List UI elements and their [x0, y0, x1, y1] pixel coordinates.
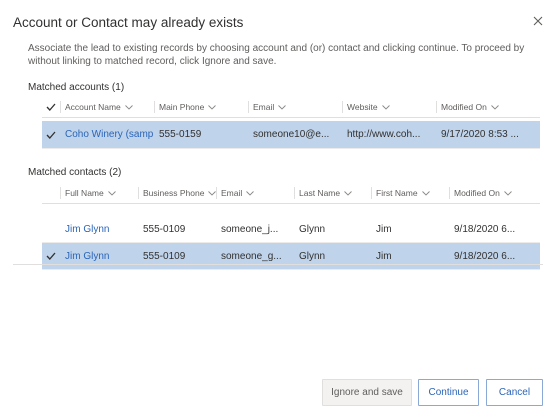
- account-row[interactable]: Coho Winery (sample) 555-0159 someone10@…: [42, 121, 540, 149]
- chevron-down-icon: [278, 104, 287, 110]
- column-header-label: First Name: [376, 188, 418, 198]
- accounts-grid: Account Name Main Phone Email Website Mo…: [42, 96, 540, 149]
- ignore-and-save-button[interactable]: Ignore and save: [322, 379, 412, 406]
- contact-row[interactable]: Jim Glynn 555-0109 someone_g... Glynn Ji…: [42, 243, 540, 270]
- column-header-label: Modified On: [454, 188, 500, 198]
- modified-on-cell: 9/18/2020 6...: [454, 223, 516, 235]
- column-header-modified-on[interactable]: Modified On: [436, 96, 499, 118]
- accounts-header-row: Account Name Main Phone Email Website Mo…: [42, 96, 540, 118]
- modified-on-cell: 9/18/2020 6...: [454, 250, 516, 262]
- chevron-down-icon: [107, 190, 116, 196]
- chevron-down-icon: [491, 104, 499, 110]
- row-checkbox[interactable]: [42, 243, 60, 269]
- column-header-label: Website: [347, 102, 378, 112]
- matched-accounts-label: Matched accounts (1): [28, 82, 125, 93]
- column-header-label: Business Phone: [143, 188, 205, 198]
- email-cell: someone10@e...: [253, 129, 330, 140]
- column-header-email[interactable]: Email: [247, 96, 287, 118]
- column-header-label: Account Name: [65, 102, 121, 112]
- email-cell: someone_g...: [221, 250, 282, 262]
- last-name-cell: Glynn: [299, 250, 326, 262]
- modified-on-cell: 9/17/2020 8:53 ...: [441, 129, 519, 140]
- matched-contacts-label: Matched contacts (2): [28, 167, 122, 178]
- email-cell: someone_j...: [221, 223, 279, 235]
- column-header-main-phone[interactable]: Main Phone: [153, 96, 217, 118]
- account-name-link[interactable]: Coho Winery (sample): [65, 121, 154, 148]
- select-all-accounts-checkbox[interactable]: [42, 96, 60, 118]
- chevron-down-icon: [421, 190, 430, 196]
- last-name-cell: Glynn: [299, 223, 326, 235]
- website-cell: http://www.coh...: [347, 129, 421, 140]
- dialog-description: Associate the lead to existing records b…: [28, 43, 525, 67]
- business-phone-cell: 555-0109: [143, 250, 186, 262]
- chevron-down-icon: [381, 104, 390, 110]
- main-phone-cell: 555-0159: [159, 129, 202, 140]
- business-phone-cell: 555-0109: [143, 223, 186, 235]
- chevron-down-icon: [344, 190, 352, 196]
- column-header-full-name[interactable]: Full Name: [60, 182, 116, 204]
- first-name-cell: Jim: [376, 250, 392, 262]
- checkmark-icon: [46, 131, 56, 139]
- column-header-label: Last Name: [299, 188, 341, 198]
- column-header-label: Modified On: [441, 102, 487, 112]
- close-button[interactable]: [529, 12, 547, 30]
- contacts-grid: Full Name Business Phone Email Last Name…: [42, 182, 540, 270]
- checkmark-icon: [46, 103, 56, 111]
- column-header-modified-on[interactable]: Modified On: [449, 182, 512, 204]
- column-header-last-name[interactable]: Last Name: [293, 182, 352, 204]
- column-header-label: Email: [253, 102, 275, 112]
- checkmark-icon: [46, 252, 56, 260]
- close-icon: [533, 16, 543, 26]
- row-checkbox[interactable]: [42, 121, 60, 148]
- chevron-down-icon: [124, 104, 133, 110]
- chevron-down-icon: [504, 190, 512, 196]
- column-header-website[interactable]: Website: [342, 96, 390, 118]
- column-header-label: Full Name: [65, 188, 104, 198]
- section-divider: [13, 264, 543, 265]
- contacts-header-row: Full Name Business Phone Email Last Name…: [42, 182, 540, 204]
- full-name-link[interactable]: Jim Glynn: [65, 216, 139, 242]
- row-checkbox[interactable]: [42, 216, 60, 242]
- column-header-business-phone[interactable]: Business Phone: [137, 182, 217, 204]
- dialog-title: Account or Contact may already exists: [13, 15, 244, 30]
- column-header-email[interactable]: Email: [215, 182, 255, 204]
- first-name-cell: Jim: [376, 223, 392, 235]
- full-name-link[interactable]: Jim Glynn: [65, 243, 139, 269]
- continue-button[interactable]: Continue: [418, 379, 479, 406]
- cancel-button[interactable]: Cancel: [486, 379, 543, 406]
- column-header-account-name[interactable]: Account Name: [60, 96, 133, 118]
- column-header-label: Main Phone: [159, 102, 205, 112]
- column-header-label: Email: [221, 188, 243, 198]
- chevron-down-icon: [208, 104, 217, 110]
- column-header-first-name[interactable]: First Name: [371, 182, 430, 204]
- chevron-down-icon: [246, 190, 255, 196]
- contact-row[interactable]: Jim Glynn 555-0109 someone_j... Glynn Ji…: [42, 216, 540, 243]
